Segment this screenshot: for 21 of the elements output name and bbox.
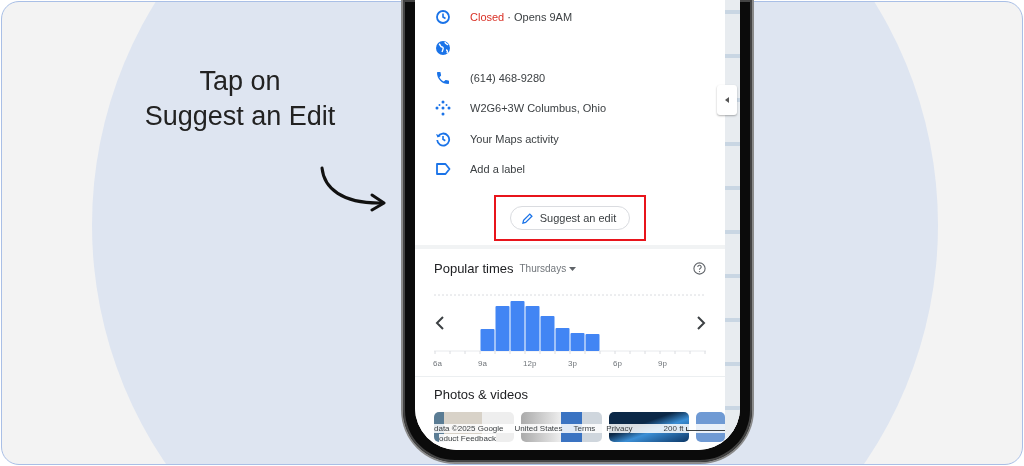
section-title: Popular times <box>434 261 514 277</box>
map-footer-link[interactable]: United States <box>514 424 563 434</box>
hour-label: 6p <box>613 359 622 369</box>
feedback-link[interactable]: oduct Feedback <box>439 434 496 444</box>
scale-label: 200 ft <box>663 424 684 434</box>
plus-code-address: W2G6+3W Columbus, Ohio <box>470 102 607 115</box>
map-footer-link[interactable]: data ©2025 Google <box>434 424 504 434</box>
section-title: Photos & videos <box>434 387 529 403</box>
hour-label: 9p <box>658 359 667 369</box>
hours-status: Closed · Opens 9AM <box>470 11 573 24</box>
hour-label: 9a <box>478 359 487 369</box>
hour-label: 6a <box>433 359 442 369</box>
maps-activity-link[interactable]: Your Maps activity <box>470 132 559 145</box>
instruction-text: Tap on Suggest an Edit <box>143 65 337 133</box>
suggest-edit-button[interactable]: Suggest an edit <box>509 206 631 231</box>
hour-label: 12p <box>523 359 537 369</box>
hour-label: 3p <box>568 359 577 369</box>
day-dropdown[interactable]: Thursdays <box>519 263 577 275</box>
add-label-link[interactable]: Add a label <box>470 163 526 176</box>
map-footer-link[interactable]: Terms <box>573 424 596 434</box>
phone-number: (614) 468-9280 <box>470 71 546 84</box>
